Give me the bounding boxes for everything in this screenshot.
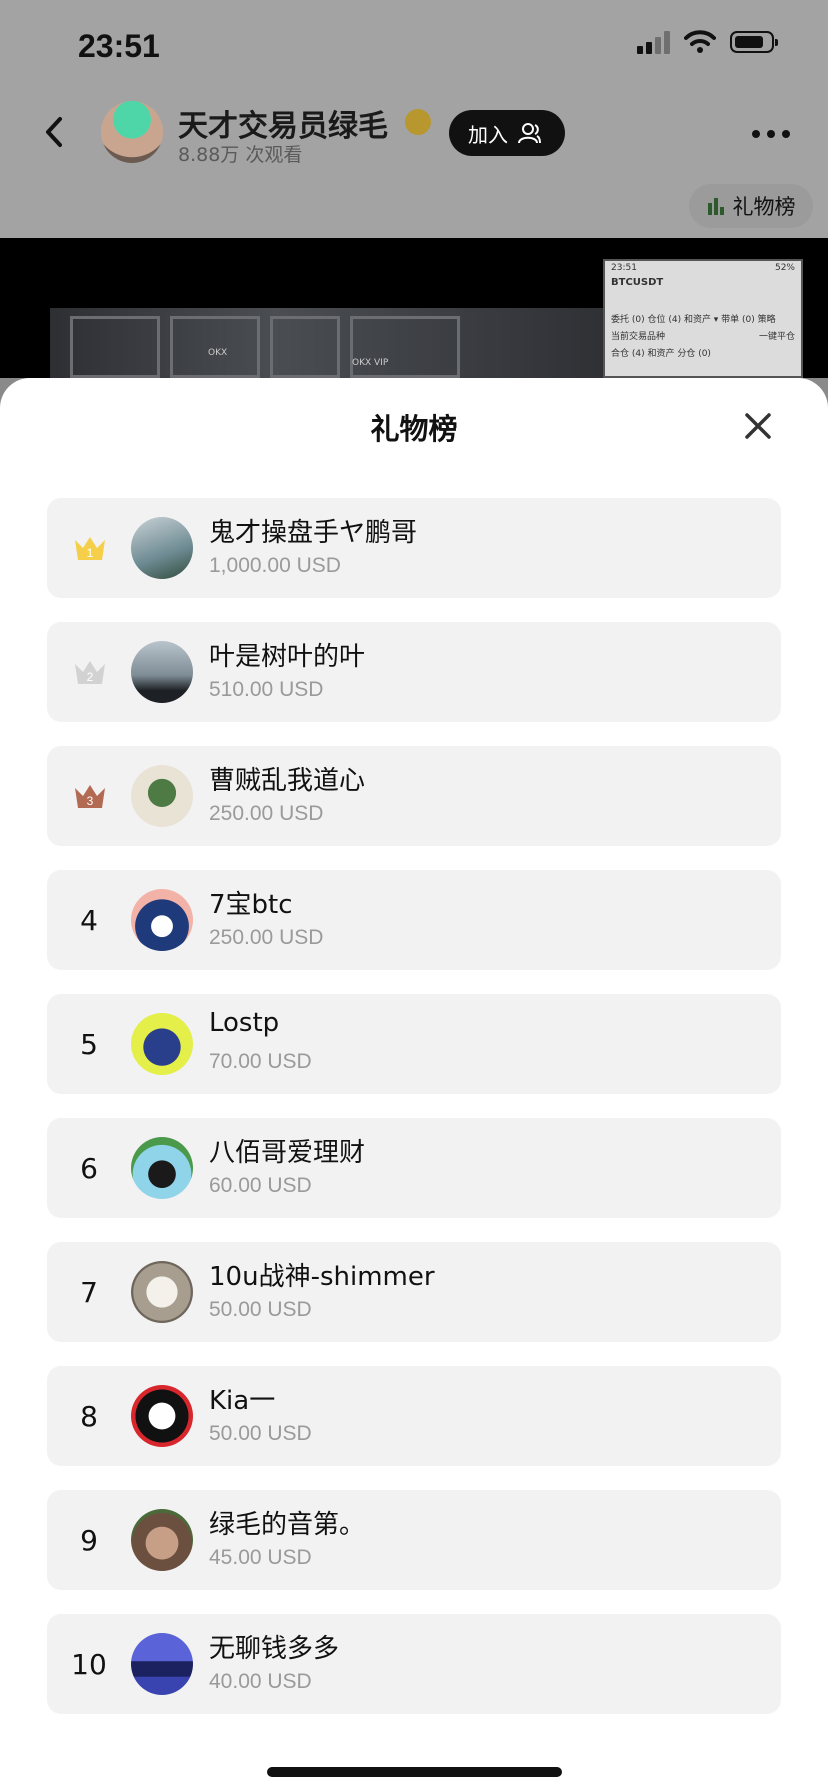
leaderboard-row[interactable]: 5 Lostp 70.00 USD — [47, 994, 781, 1094]
gift-amount: 510.00 USD — [209, 678, 324, 701]
gift-amount: 1,000.00 USD — [209, 554, 341, 577]
rank-number: 5 — [80, 1027, 98, 1061]
leaderboard-row[interactable]: 3 曹贼乱我道心 250.00 USD — [47, 746, 781, 846]
pip-close-all: 一键平仓 — [758, 332, 795, 342]
wifi-icon — [684, 30, 716, 53]
avatar[interactable] — [131, 1137, 193, 1199]
battery-icon — [730, 31, 778, 53]
leaderboard-row[interactable]: 6 八佰哥爱理财 60.00 USD — [47, 1118, 781, 1218]
gift-amount: 60.00 USD — [209, 1174, 312, 1197]
shelf-label-2: OKX VIP — [352, 358, 389, 368]
close-icon[interactable] — [742, 410, 774, 442]
gift-rank-button[interactable]: 礼物榜 — [689, 184, 813, 228]
back-arrow-icon[interactable] — [40, 115, 70, 149]
user-name: 无聊钱多多 — [209, 1634, 340, 1664]
user-name: Lostp — [209, 1008, 280, 1038]
video-scene: OKX OKX VIP — [50, 308, 610, 378]
leaderboard-row[interactable]: 4 7宝btc 250.00 USD — [47, 870, 781, 970]
status-time: 23:51 — [78, 28, 160, 64]
avatar[interactable] — [131, 1509, 193, 1571]
verified-badge-icon — [405, 109, 431, 135]
avatar[interactable] — [131, 641, 193, 703]
rank-number: 9 — [80, 1523, 98, 1557]
svg-text:2: 2 — [87, 670, 94, 684]
rank-number: 8 — [80, 1399, 98, 1433]
leaderboard-row[interactable]: 8 Kia一 50.00 USD — [47, 1366, 781, 1466]
user-name: 7宝btc — [209, 890, 293, 920]
picture-in-picture[interactable]: 23:51 52% BTCUSDT 委托 (0) 仓位 (4) 和资产 ▾ 带单… — [603, 259, 803, 378]
gift-amount: 250.00 USD — [209, 802, 324, 825]
view-count: 8.88万 次观看 — [178, 144, 303, 166]
rank-number: 6 — [80, 1151, 98, 1185]
gift-amount: 250.00 USD — [209, 926, 324, 949]
avatar[interactable] — [131, 1633, 193, 1695]
user-name: 八佰哥爱理财 — [209, 1138, 366, 1168]
join-button[interactable]: 加入 — [449, 110, 565, 156]
avatar[interactable] — [131, 765, 193, 827]
leaderboard-row[interactable]: 7 10u战神-shimmer 50.00 USD — [47, 1242, 781, 1342]
host-avatar[interactable] — [101, 101, 163, 163]
pip-tabs: 委托 (0) 仓位 (4) 和资产 ▾ 带单 (0) 策略 — [611, 315, 776, 325]
user-name: Kia一 — [209, 1386, 276, 1416]
rank-number: 4 — [80, 903, 98, 937]
leaderboard-row[interactable]: 9 绿毛的音第。 45.00 USD — [47, 1490, 781, 1590]
cellular-signal-icon — [637, 30, 670, 54]
svg-text:1: 1 — [87, 546, 94, 560]
svg-text:3: 3 — [87, 794, 94, 808]
avatar[interactable] — [131, 889, 193, 951]
gift-amount: 50.00 USD — [209, 1422, 312, 1445]
group-icon — [518, 123, 541, 144]
avatar[interactable] — [131, 1261, 193, 1323]
user-name: 叶是树叶的叶 — [209, 642, 366, 672]
silver-crown-icon: 2 — [75, 661, 105, 684]
gift-amount: 50.00 USD — [209, 1298, 312, 1321]
bronze-crown-icon: 3 — [75, 785, 105, 808]
avatar[interactable] — [131, 1013, 193, 1075]
gift-amount: 45.00 USD — [209, 1546, 312, 1569]
sheet-title: 礼物榜 — [370, 412, 458, 446]
gift-leaderboard-sheet: 礼物榜 1 鬼才操盘手ヤ鹏哥 1,000.00 USD 2 叶是树叶的叶 510… — [0, 378, 828, 1792]
pip-sub: 合仓 (4) 和资产 分仓 (0) — [611, 349, 711, 359]
home-indicator[interactable] — [267, 1767, 562, 1777]
avatar[interactable] — [131, 517, 193, 579]
gift-rank-label: 礼物榜 — [732, 195, 796, 219]
status-icons — [637, 30, 778, 54]
leaderboard-row[interactable]: 2 叶是树叶的叶 510.00 USD — [47, 622, 781, 722]
avatar[interactable] — [131, 1385, 193, 1447]
pip-battery: 52% — [774, 263, 795, 273]
host-name[interactable]: 天才交易员绿毛 — [178, 101, 388, 145]
leaderboard-row[interactable]: 10 无聊钱多多 40.00 USD — [47, 1614, 781, 1714]
gift-amount: 40.00 USD — [209, 1670, 312, 1693]
pip-option: 当前交易品种 — [611, 332, 666, 342]
user-name: 曹贼乱我道心 — [209, 766, 366, 796]
shelf-label-1: OKX — [208, 348, 228, 358]
user-name: 绿毛的音第。 — [209, 1510, 366, 1540]
rank-number: 7 — [80, 1275, 98, 1309]
gift-amount: 70.00 USD — [209, 1050, 312, 1073]
user-name: 鬼才操盘手ヤ鹏哥 — [209, 518, 418, 548]
gold-crown-icon: 1 — [75, 537, 105, 560]
pip-symbol: BTCUSDT — [611, 277, 664, 288]
pip-time: 23:51 — [611, 263, 637, 273]
leaderboard-row[interactable]: 1 鬼才操盘手ヤ鹏哥 1,000.00 USD — [47, 498, 781, 598]
more-options-icon[interactable] — [752, 130, 790, 138]
rank-number: 10 — [71, 1647, 107, 1681]
bar-chart-icon — [707, 198, 724, 215]
user-name: 10u战神-shimmer — [209, 1262, 435, 1292]
join-label: 加入 — [468, 122, 508, 147]
